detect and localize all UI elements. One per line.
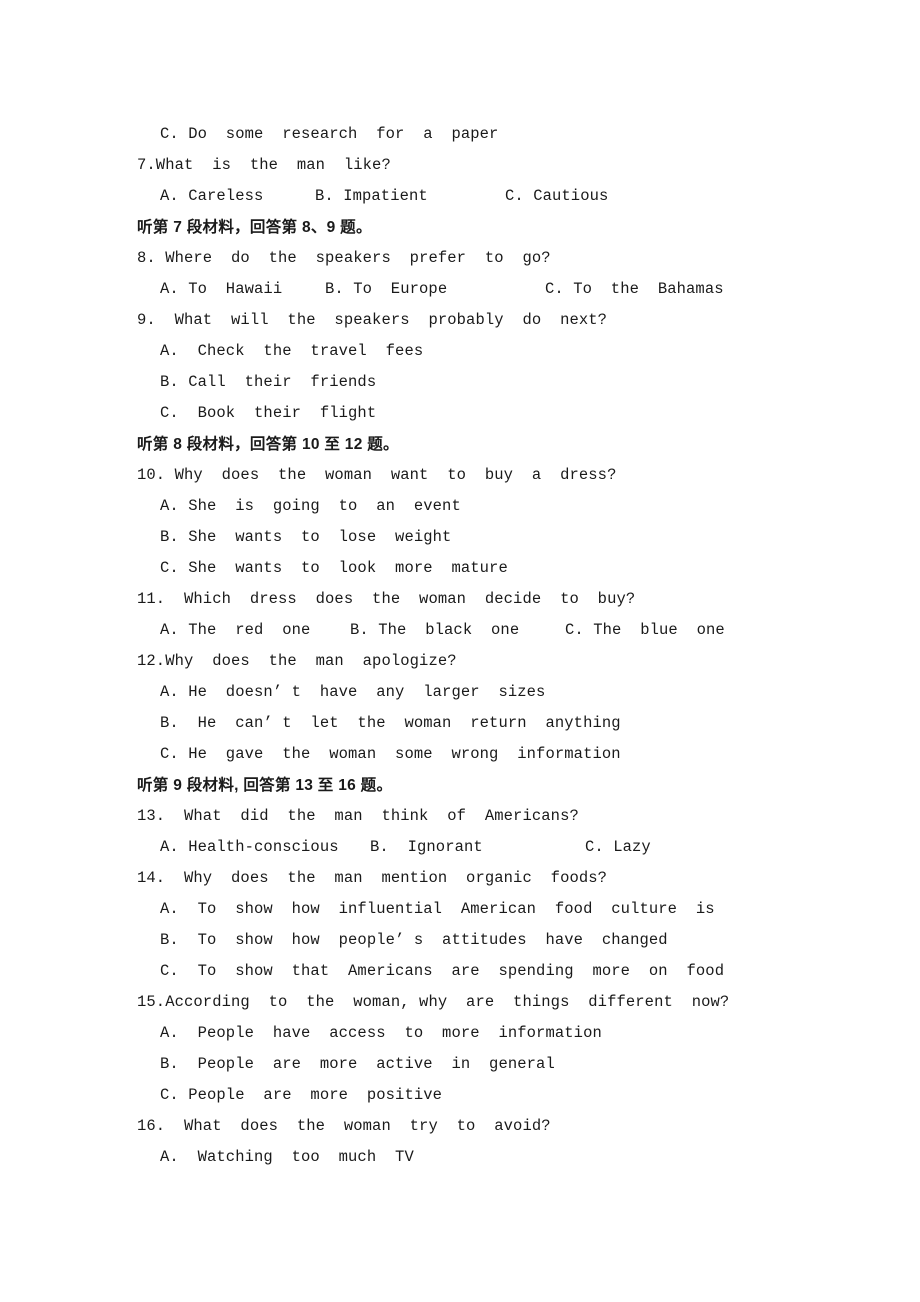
answer-option: C. To show that Americans are spending m… (160, 962, 725, 980)
question-stem: 11. Which dress does the woman decide to… (137, 590, 636, 608)
exam-page: C. Do some research for a paper 7.What is… (0, 0, 920, 1302)
question-stem: 10. Why does the woman want to buy a dre… (137, 466, 617, 484)
answer-option: A. Careless (160, 187, 264, 205)
question-stem: 13. What did the man think of Americans? (137, 807, 579, 825)
question-stem: 8. Where do the speakers prefer to go? (137, 249, 551, 267)
answer-option: A. He doesn’ t have any larger sizes (160, 683, 546, 701)
answer-option: C. Lazy (585, 838, 651, 856)
question-stem: 7.What is the man like? (137, 156, 391, 174)
answer-option: B. Call their friends (160, 373, 377, 391)
question-stem: 9. What will the speakers probably do ne… (137, 311, 608, 329)
answer-option: A. To Hawaii (160, 280, 283, 298)
answer-option: A. Watching too much TV (160, 1148, 414, 1166)
answer-option: A. People have access to more informatio… (160, 1024, 602, 1042)
answer-option: A. To show how influential American food… (160, 900, 715, 918)
option-row: A. Careless B. Impatient C. Cautious (0, 181, 920, 212)
answer-option: C. Book their flight (160, 404, 377, 422)
question-stem: 14. Why does the man mention organic foo… (137, 869, 608, 887)
section-header-cn: 听第 7 段材料，回答第 8、9 题。 (137, 219, 372, 236)
answer-option: B. To show how people’ s attitudes have … (160, 931, 668, 949)
answer-option: A. She is going to an event (160, 497, 461, 515)
answer-option: A. Health-conscious (160, 838, 339, 856)
answer-option: A. Check the travel fees (160, 342, 424, 360)
answer-option: C. Cautious (505, 187, 609, 205)
answer-option: C. She wants to look more mature (160, 559, 508, 577)
answer-option: B. He can’ t let the woman return anythi… (160, 714, 621, 732)
answer-option: C. He gave the woman some wrong informat… (160, 745, 621, 763)
question-stem: 16. What does the woman try to avoid? (137, 1117, 551, 1135)
question-list: C. Do some research for a paper 7.What is… (0, 119, 920, 1173)
answer-option: B. To Europe (325, 280, 448, 298)
section-header-cn: 听第 9 段材料, 回答第 13 至 16 题。 (137, 777, 393, 794)
section-header-cn: 听第 8 段材料，回答第 10 至 12 题。 (137, 436, 399, 453)
question-stem: 15.According to the woman, why are thing… (137, 993, 730, 1011)
answer-option: C. To the Bahamas (545, 280, 724, 298)
answer-option: B. Impatient (315, 187, 428, 205)
option-row: A. Health-conscious B. Ignorant C. Lazy (0, 832, 920, 863)
answer-option: B. She wants to lose weight (160, 528, 452, 546)
answer-option: A. The red one (160, 621, 311, 639)
question-stem: 12.Why does the man apologize? (137, 652, 457, 670)
answer-option: C. The blue one (565, 621, 725, 639)
answer-option: B. Ignorant (370, 838, 483, 856)
answer-option: B. The black one (350, 621, 520, 639)
answer-option: C. Do some research for a paper (160, 125, 499, 143)
answer-option: B. People are more active in general (160, 1055, 555, 1073)
option-row: A. To Hawaii B. To Europe C. To the Bahama… (0, 274, 920, 305)
option-row: A. The red one B. The black one C. The blu… (0, 615, 920, 646)
answer-option: C. People are more positive (160, 1086, 443, 1104)
